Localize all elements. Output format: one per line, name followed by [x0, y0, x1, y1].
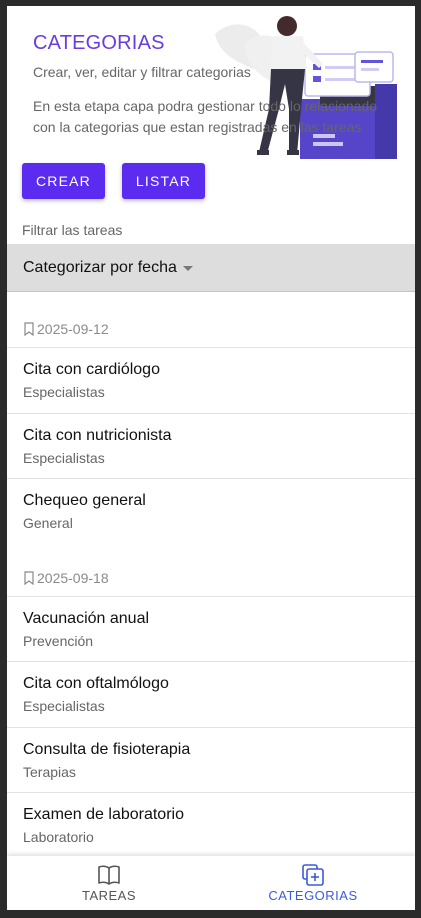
- item-title: Chequeo general: [23, 492, 146, 509]
- dropdown-arrow-icon: [182, 266, 193, 271]
- nav-tab-categorias[interactable]: CATEGORIAS: [211, 856, 415, 910]
- bottom-navigation: TAREAS CATEGORIAS: [7, 856, 415, 910]
- item-category: Prevención: [23, 632, 94, 649]
- item-title: Cita con oftalmólogo: [23, 675, 169, 692]
- item-title: Consulta de fisioterapia: [23, 740, 191, 758]
- nav-tab-label: CATEGORIAS: [268, 887, 358, 903]
- item-category: General: [23, 515, 73, 531]
- group-date: 2025-09-18: [37, 569, 109, 586]
- categorize-select[interactable]: Categorizar por fecha: [7, 244, 415, 292]
- list-item[interactable]: Cita con oftalmólogo Especialistas: [7, 662, 415, 728]
- list-item[interactable]: Cita con nutricionista Especialistas: [7, 414, 415, 479]
- page-description: En esta etapa capa podra gestionar todo …: [33, 98, 378, 135]
- list-item[interactable]: Consulta de fisioterapia Terapias: [7, 728, 415, 793]
- list-button[interactable]: LISTAR: [122, 163, 205, 199]
- list-item[interactable]: Chequeo general General: [7, 479, 415, 545]
- list-item[interactable]: Cita con cardiólogo Especialistas: [7, 348, 415, 414]
- list-item[interactable]: Vacunación anual Prevención: [7, 597, 415, 662]
- bookmark-icon: [24, 322, 34, 336]
- filter-label: Filtrar las tareas: [22, 222, 123, 238]
- item-title: Cita con nutricionista: [23, 426, 172, 444]
- select-value: Categorizar por fecha: [23, 258, 177, 276]
- item-title: Vacunación anual: [23, 609, 150, 627]
- date-group-header: 2025-09-18: [7, 545, 415, 597]
- book-icon: [98, 865, 120, 885]
- header-section: CATEGORIAS Crear, ver, editar y filtrar …: [7, 6, 415, 159]
- item-category: Laboratorio: [23, 829, 94, 845]
- item-title: Examen de laboratorio: [23, 806, 184, 823]
- task-list: 2025-09-12 Cita con cardiólogo Especiali…: [7, 292, 415, 859]
- add-box-icon: [302, 863, 324, 886]
- page-title: CATEGORIAS: [33, 32, 165, 54]
- create-button[interactable]: CREAR: [22, 163, 105, 199]
- list-item[interactable]: Examen de laboratorio Laboratorio: [7, 793, 415, 859]
- item-category: Terapias: [23, 763, 76, 780]
- item-category: Especialistas: [23, 698, 105, 714]
- item-category: Especialistas: [23, 449, 105, 466]
- date-group-header: 2025-09-12: [7, 292, 415, 348]
- nav-tab-tareas[interactable]: TAREAS: [7, 856, 211, 910]
- group-date: 2025-09-12: [37, 321, 109, 337]
- app-screen: CATEGORIAS Crear, ver, editar y filtrar …: [7, 6, 415, 910]
- item-category: Especialistas: [23, 384, 105, 400]
- nav-tab-label: TAREAS: [81, 887, 137, 903]
- item-title: Cita con cardiólogo: [23, 361, 160, 378]
- bookmark-icon: [24, 570, 34, 585]
